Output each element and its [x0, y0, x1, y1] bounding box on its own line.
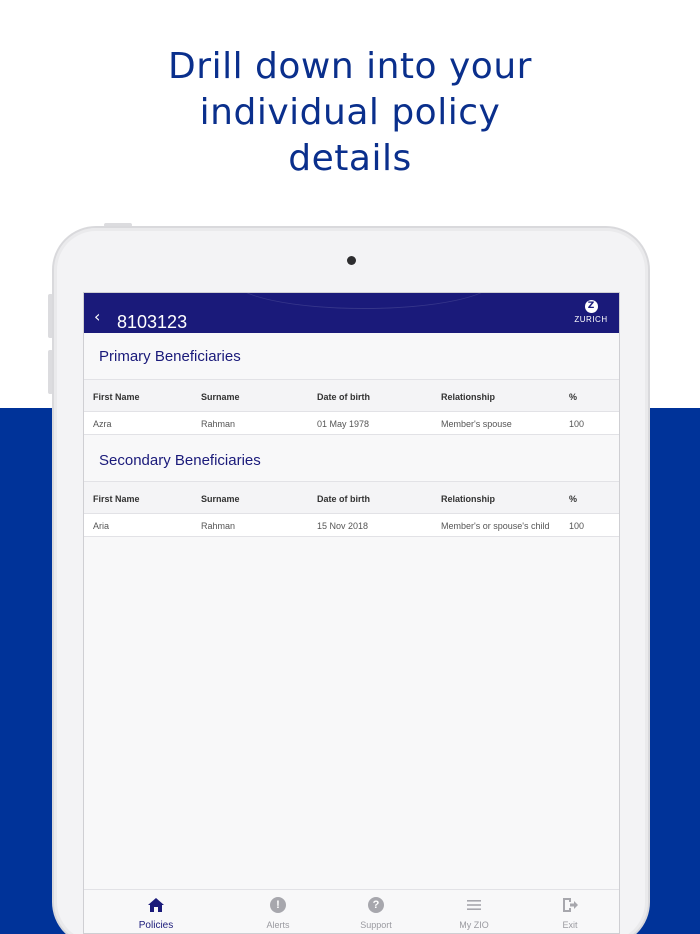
primary-beneficiaries-title: Primary Beneficiaries: [99, 348, 241, 365]
home-icon: [116, 896, 196, 914]
column-header: Relationship: [441, 494, 496, 504]
column-header: Surname: [201, 494, 240, 504]
tab-bar: Policies ! Alerts ? Support My ZIO Exit: [84, 889, 619, 933]
tab-my-zio[interactable]: My ZIO: [434, 896, 514, 930]
zurich-mark-icon: Z: [584, 300, 598, 313]
headline-line-3: details: [288, 138, 412, 179]
column-header: First Name: [93, 392, 140, 402]
table-row: Aria Rahman 15 Nov 2018 Member's or spou…: [84, 514, 619, 537]
exclamation-icon: !: [238, 896, 318, 914]
brand-name: ZURICH: [574, 315, 608, 324]
secondary-table-header: First Name Surname Date of birth Relatio…: [84, 481, 619, 514]
column-header: Date of birth: [317, 392, 370, 402]
primary-table-header: First Name Surname Date of birth Relatio…: [84, 379, 619, 412]
column-header: %: [569, 494, 578, 504]
surname-cell: Rahman: [201, 521, 236, 531]
column-header: First Name: [93, 494, 140, 504]
app-screen: ‹ 8103123 Z ZURICH Primary Beneficiaries…: [83, 292, 620, 934]
dob-cell: 01 May 1978: [317, 419, 370, 429]
tab-label: Support: [360, 920, 392, 930]
tab-alerts[interactable]: ! Alerts: [238, 896, 318, 930]
tab-exit[interactable]: Exit: [530, 896, 610, 930]
column-header: Relationship: [441, 392, 496, 402]
percent-cell: 100: [569, 521, 585, 531]
tablet-camera: [347, 256, 356, 265]
question-icon: ?: [336, 896, 416, 914]
tab-label: My ZIO: [459, 920, 489, 930]
column-header: Date of birth: [317, 494, 370, 504]
menu-icon: [434, 896, 514, 914]
headline-line-1: Drill down into your: [168, 46, 532, 87]
policy-number: 8103123: [117, 312, 188, 332]
tab-policies[interactable]: Policies: [116, 896, 196, 931]
percent-cell: 100: [569, 419, 585, 429]
app-header: ‹ 8103123 Z ZURICH: [84, 293, 619, 333]
tab-label: Alerts: [266, 920, 290, 930]
exit-icon: [530, 896, 610, 914]
tab-support[interactable]: ? Support: [336, 896, 416, 930]
first-name-cell: Aria: [93, 521, 110, 531]
chevron-left-icon[interactable]: ‹: [94, 309, 100, 325]
tab-label: Policies: [138, 920, 174, 931]
table-row: Azra Rahman 01 May 1978 Member's spouse …: [84, 412, 619, 435]
column-header: Surname: [201, 392, 240, 402]
relationship-cell: Member's spouse: [441, 419, 512, 429]
dob-cell: 15 Nov 2018: [317, 521, 369, 531]
first-name-cell: Azra: [93, 419, 112, 429]
marketing-headline: Drill down into your individual policy d…: [0, 44, 700, 182]
header-decoration: [234, 293, 494, 309]
relationship-cell: Member's or spouse's child: [441, 521, 550, 531]
secondary-beneficiaries-title: Secondary Beneficiaries: [99, 452, 261, 469]
surname-cell: Rahman: [201, 419, 236, 429]
column-header: %: [569, 392, 578, 402]
tab-label: Exit: [562, 920, 578, 930]
zurich-logo: Z ZURICH: [571, 300, 611, 324]
headline-line-2: individual policy: [199, 92, 501, 133]
